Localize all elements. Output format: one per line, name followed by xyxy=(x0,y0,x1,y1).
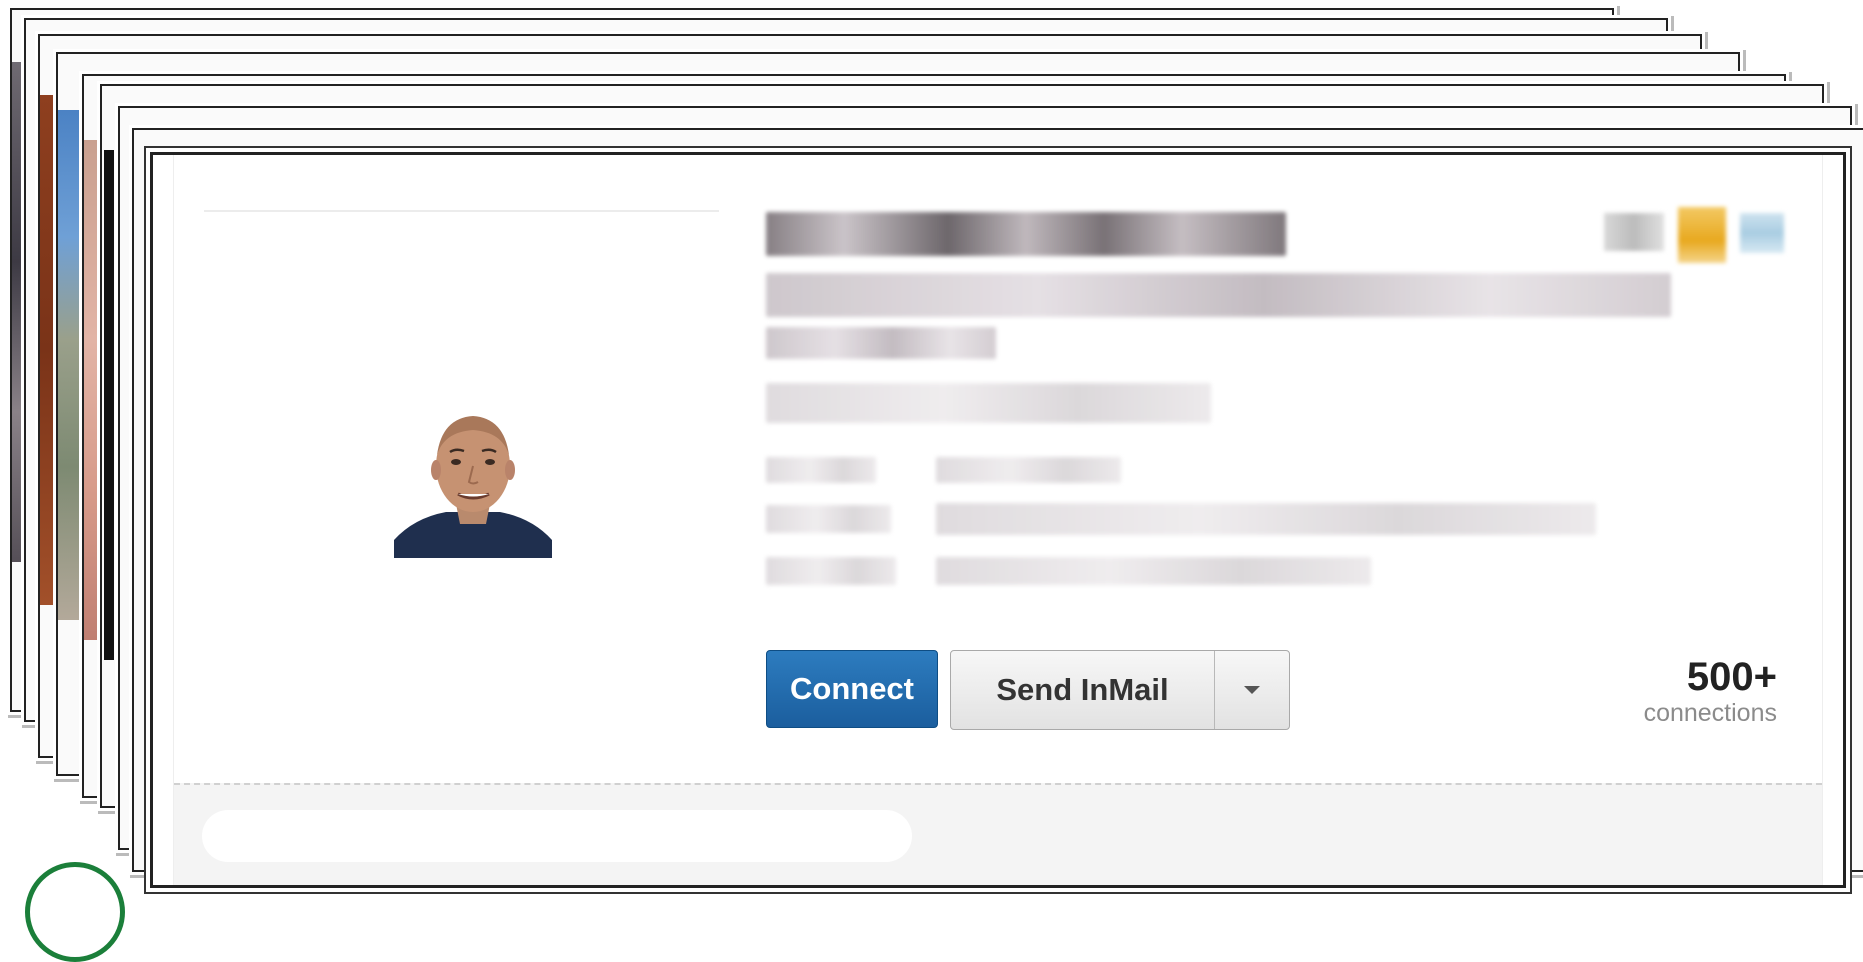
profile-location xyxy=(766,383,1211,423)
detail-value-education xyxy=(936,557,1371,585)
caret-down-icon xyxy=(1244,686,1260,694)
stacked-card-6-photo-edge xyxy=(104,150,114,660)
more-actions-dropdown[interactable] xyxy=(1215,651,1289,729)
profile-headline xyxy=(766,273,1671,317)
profile-headline-continued xyxy=(766,327,996,359)
network-badges xyxy=(1604,207,1784,263)
profile-card-body: Connect Send InMail 500+ connections xyxy=(173,155,1823,885)
connections-summary: 500+ connections xyxy=(1644,655,1777,727)
premium-badge-icon xyxy=(1678,207,1726,263)
profile-name xyxy=(766,212,1286,256)
logo-ring-icon xyxy=(25,862,125,962)
detail-label-education xyxy=(766,557,896,585)
profile-card: Connect Send InMail 500+ connections xyxy=(150,152,1846,888)
degree-badge-icon xyxy=(1604,213,1664,251)
photo-column-divider xyxy=(204,210,719,212)
send-inmail-button[interactable]: Send InMail xyxy=(951,651,1215,729)
detail-label-previous xyxy=(766,505,891,533)
linkedin-badge-icon xyxy=(1740,213,1784,253)
stacked-card-4-photo-edge xyxy=(58,110,80,620)
profile-actions: Connect Send InMail xyxy=(766,650,1290,730)
footer-redacted-pill xyxy=(202,810,912,862)
stacked-card-5-photo-edge xyxy=(84,140,100,640)
detail-value-previous xyxy=(936,503,1596,535)
connections-label: connections xyxy=(1643,699,1777,727)
send-inmail-split-button: Send InMail xyxy=(950,650,1290,730)
detail-label-current xyxy=(766,457,876,483)
connections-count: 500+ xyxy=(1686,655,1777,699)
profile-card-footer xyxy=(174,783,1822,885)
detail-value-current xyxy=(936,457,1121,483)
connect-button[interactable]: Connect xyxy=(766,650,938,728)
avatar[interactable] xyxy=(394,400,552,558)
